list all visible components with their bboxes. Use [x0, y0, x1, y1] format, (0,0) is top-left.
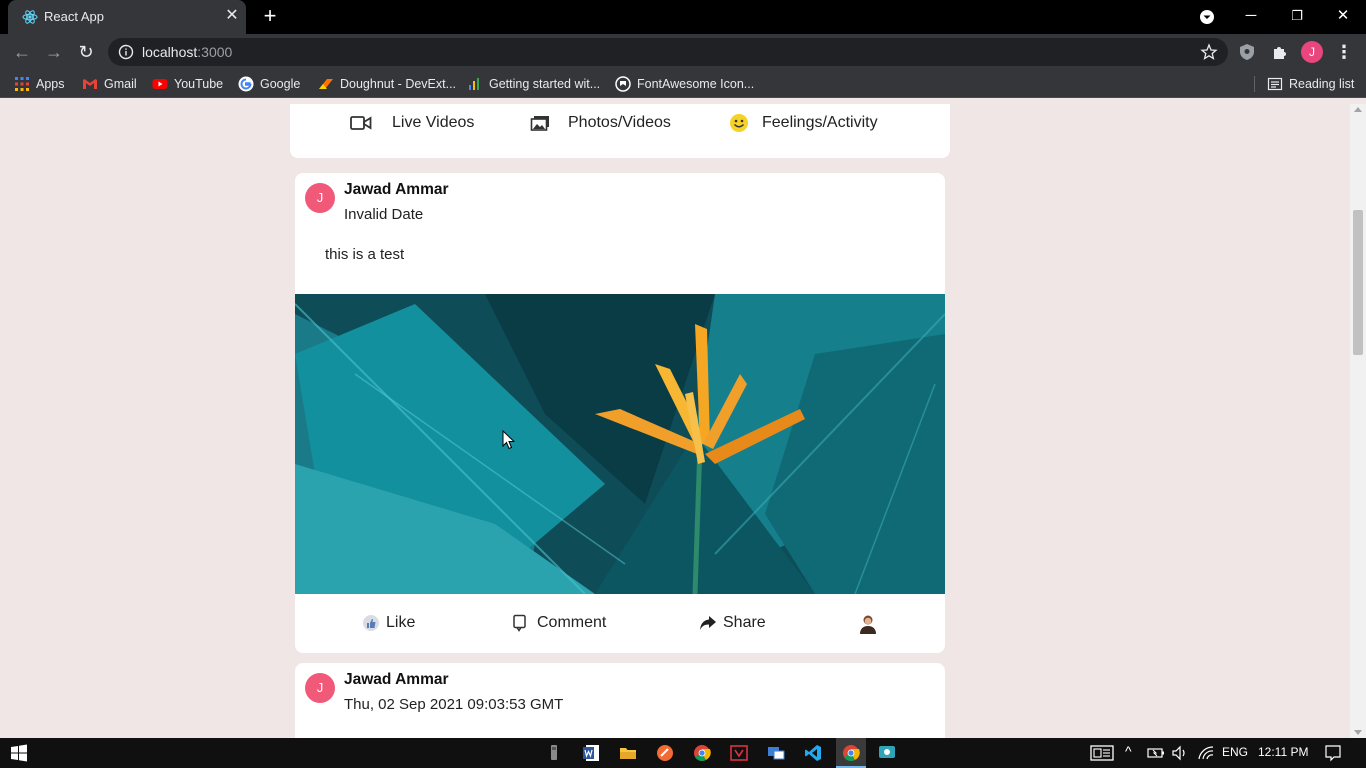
share-button[interactable]: Share	[699, 614, 766, 632]
page-viewport: Live Videos Photos/Videos Feelings/Activ…	[0, 104, 1350, 738]
post-text: this is a test	[325, 246, 405, 263]
bookmark-star-icon[interactable]	[1200, 43, 1218, 61]
scroll-up-arrow-icon[interactable]	[1354, 107, 1362, 112]
language-indicator[interactable]: ENG	[1222, 745, 1248, 759]
usb-drive-icon[interactable]	[544, 743, 564, 763]
mouse-cursor-icon	[502, 430, 516, 450]
shield-extension-icon[interactable]	[1237, 42, 1257, 62]
live-videos-option[interactable]: Live Videos	[350, 113, 474, 133]
browser-tab[interactable]: React App ✕	[8, 0, 246, 34]
volume-icon[interactable]	[1170, 743, 1190, 763]
gmail-icon	[83, 79, 97, 89]
reading-list-button[interactable]: Reading list	[1267, 76, 1354, 92]
close-tab-icon[interactable]: ✕	[224, 8, 240, 24]
bookmark-youtube[interactable]: YouTube	[152, 76, 223, 92]
post-date: Invalid Date	[344, 206, 424, 223]
user-avatar-photo[interactable]	[857, 613, 879, 635]
bookmark-devextreme[interactable]: Doughnut - DevExt...	[318, 76, 456, 92]
file-explorer-icon[interactable]	[618, 743, 638, 763]
site-info-icon[interactable]	[118, 44, 134, 60]
extensions-puzzle-icon[interactable]	[1270, 42, 1290, 62]
bookmark-apps[interactable]: Apps	[14, 76, 65, 92]
chart-icon	[469, 78, 479, 90]
menu-kebab-icon[interactable]: ⋮	[1332, 40, 1356, 64]
restore-icon[interactable]: ❐	[1285, 5, 1309, 29]
word-icon[interactable]	[581, 743, 601, 763]
feed-post: J Jawad Ammar Thu, 02 Sep 2021 09:03:53 …	[295, 663, 945, 738]
apps-grid-icon	[15, 77, 29, 91]
avatar[interactable]: J	[305, 673, 335, 703]
bookmark-fontawesome[interactable]: FontAwesome Icon...	[615, 76, 754, 92]
address-bar[interactable]: localhost:3000	[108, 38, 1228, 66]
minimize-icon[interactable]: ─	[1239, 5, 1263, 29]
bookmark-getting-started[interactable]: Getting started wit...	[467, 76, 600, 92]
like-button[interactable]: Like	[362, 614, 415, 632]
chrome-active-icon[interactable]	[841, 743, 861, 763]
chrome-icon[interactable]	[692, 743, 712, 763]
windows-taskbar: ^ ENG 12:11 PM	[0, 738, 1366, 768]
post-actions-bar: Like Comment Share	[295, 594, 945, 653]
browser-title-bar: React App ✕ + ─ ❐ ✕	[0, 0, 1366, 34]
tab-title: React App	[44, 9, 104, 24]
browser-toolbar: ← → ↻ localhost:3000 J ⋮	[0, 34, 1366, 70]
devextreme-icon	[319, 79, 333, 89]
windows-start-icon[interactable]	[9, 743, 29, 763]
youtube-icon	[152, 79, 168, 89]
tray-chevron-icon[interactable]: ^	[1125, 743, 1132, 759]
app-teal-icon[interactable]	[877, 743, 897, 763]
post-composer-options: Live Videos Photos/Videos Feelings/Activ…	[290, 104, 950, 158]
post-author[interactable]: Jawad Ammar	[344, 671, 449, 689]
news-interests-icon[interactable]	[1090, 743, 1114, 763]
scrollbar-thumb[interactable]	[1353, 210, 1363, 355]
profile-avatar[interactable]: J	[1301, 41, 1323, 63]
smiley-icon	[730, 114, 748, 132]
app-red-check-icon[interactable]	[729, 743, 749, 763]
share-arrow-icon	[700, 616, 716, 630]
close-window-icon[interactable]: ✕	[1331, 5, 1355, 29]
avatar[interactable]: J	[305, 183, 335, 213]
post-author[interactable]: Jawad Ammar	[344, 181, 449, 199]
comment-button[interactable]: Comment	[511, 614, 606, 632]
fontawesome-icon	[615, 76, 631, 92]
bookmarks-bar: Apps Gmail YouTube Google Doughnut - Dev…	[0, 70, 1366, 98]
react-logo-icon	[22, 10, 38, 24]
bookmark-gmail[interactable]: Gmail	[82, 76, 137, 92]
video-camera-icon	[350, 116, 372, 130]
page-scrollbar[interactable]	[1350, 104, 1366, 738]
bookmarks-divider	[1254, 76, 1255, 92]
post-date: Thu, 02 Sep 2021 09:03:53 GMT	[344, 696, 564, 713]
reload-icon[interactable]: ↻	[74, 40, 98, 64]
google-icon	[238, 76, 254, 92]
tab-search-icon[interactable]	[1196, 6, 1218, 28]
app-orange-circle-icon[interactable]	[655, 743, 675, 763]
vscode-icon[interactable]	[803, 743, 823, 763]
remote-desktop-icon[interactable]	[766, 743, 786, 763]
bookmark-google[interactable]: Google	[238, 76, 300, 92]
feed-post: J Jawad Ammar Invalid Date this is a tes…	[295, 173, 945, 653]
feelings-activity-option[interactable]: Feelings/Activity	[728, 113, 878, 133]
reading-list-icon	[1267, 77, 1283, 91]
wifi-icon[interactable]	[1196, 743, 1216, 763]
post-image[interactable]	[295, 294, 945, 594]
battery-icon[interactable]	[1146, 743, 1166, 763]
url-text: localhost:3000	[142, 44, 233, 60]
new-tab-button[interactable]: +	[260, 5, 280, 27]
notifications-icon[interactable]	[1323, 743, 1343, 763]
scroll-down-arrow-icon[interactable]	[1354, 730, 1362, 735]
forward-arrow-icon[interactable]: →	[42, 40, 66, 64]
comment-icon	[513, 614, 526, 632]
back-arrow-icon[interactable]: ←	[10, 40, 34, 64]
thumbs-up-icon	[363, 615, 379, 631]
photos-icon	[530, 116, 549, 131]
photos-videos-option[interactable]: Photos/Videos	[530, 113, 671, 133]
clock[interactable]: 12:11 PM	[1258, 745, 1308, 759]
